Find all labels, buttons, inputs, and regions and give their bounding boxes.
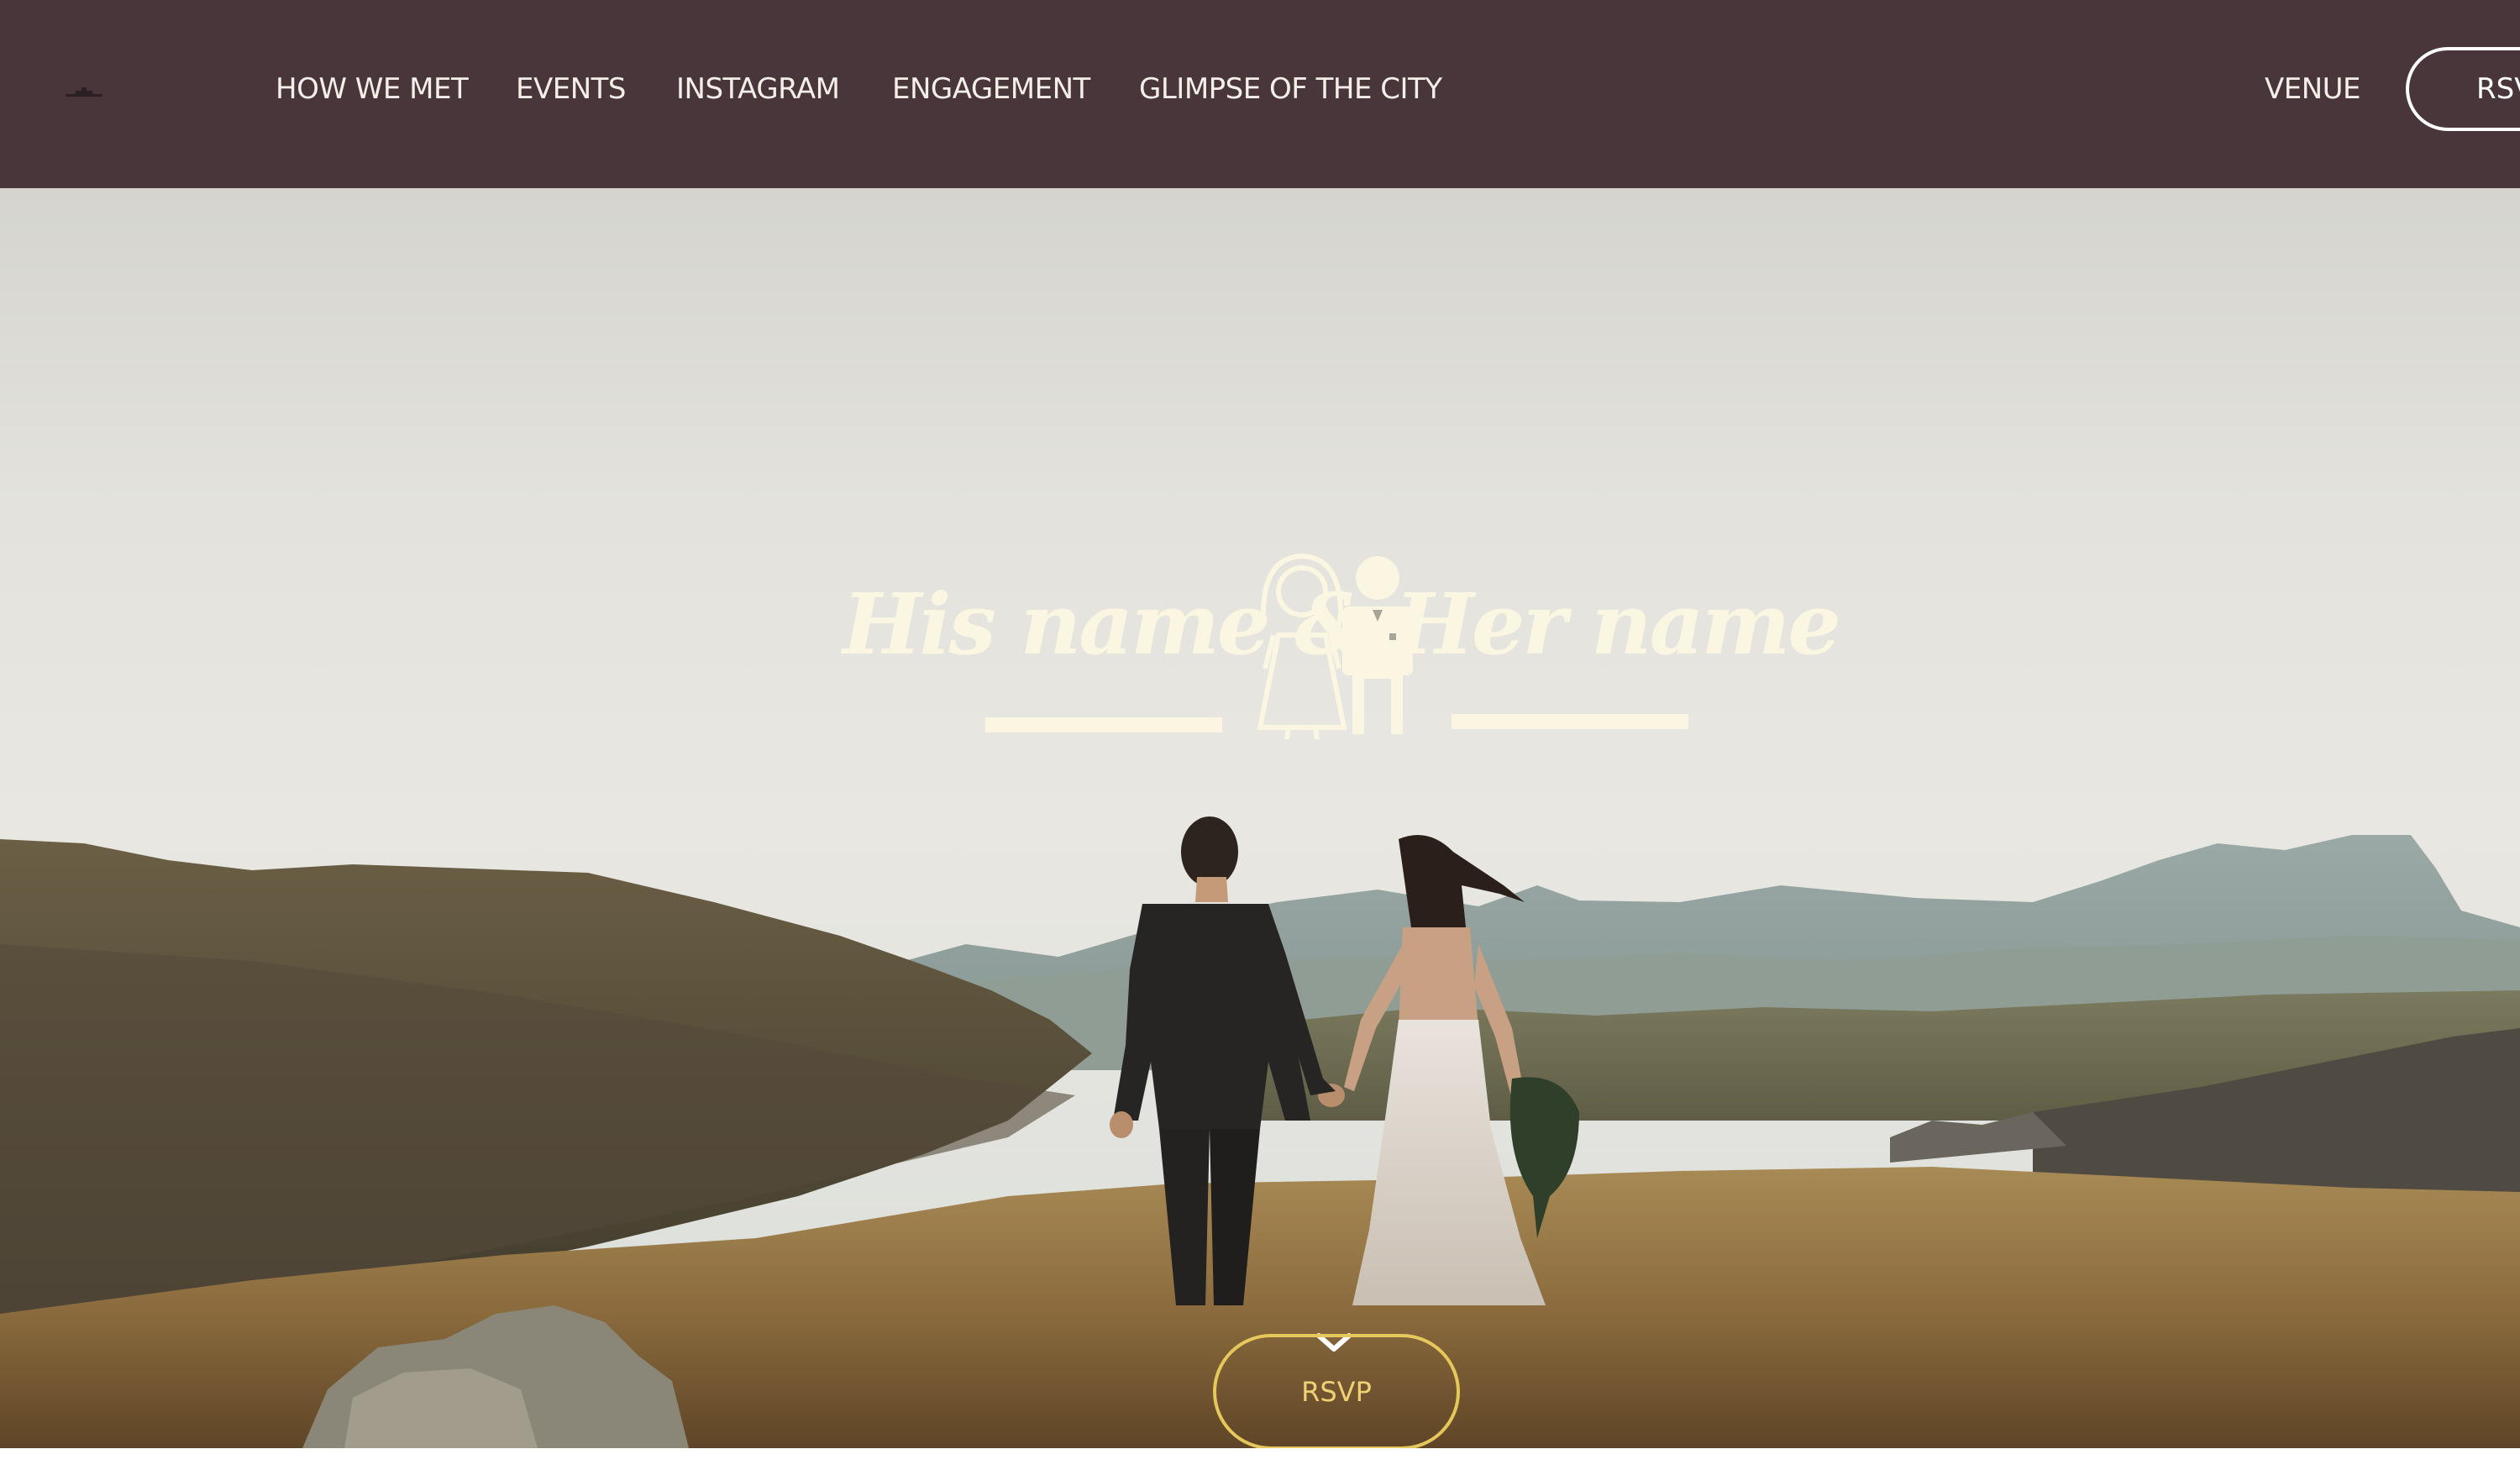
rsvp-hero-button[interactable]: RSVP bbox=[1213, 1334, 1460, 1448]
nav-link-engagement[interactable]: ENGAGEMENT bbox=[892, 67, 1090, 111]
nav-link-venue[interactable]: VENUE bbox=[2265, 67, 2361, 111]
nav-link-events[interactable]: EVENTS bbox=[516, 67, 627, 111]
top-navigation-bar: HOW WE MET EVENTS INSTAGRAM ENGAGEMENT G… bbox=[0, 0, 2520, 188]
nav-link-instagram[interactable]: INSTAGRAM bbox=[676, 67, 840, 111]
logo-icon[interactable] bbox=[64, 82, 104, 102]
bride-groom-emblem bbox=[985, 553, 1688, 740]
nav-link-glimpse-of-the-city[interactable]: GLIMPSE OF THE CITY bbox=[1139, 67, 1442, 111]
rsvp-nav-button[interactable]: RSVP bbox=[2406, 47, 2520, 131]
wedding-page: HOW WE MET EVENTS INSTAGRAM ENGAGEMENT G… bbox=[0, 0, 2520, 1470]
couple-names-title: His name & Her name bbox=[843, 575, 1841, 674]
nav-link-how-we-met[interactable]: HOW WE MET bbox=[276, 67, 469, 111]
hero-section: His name & Her name RSVP bbox=[0, 188, 2520, 1448]
